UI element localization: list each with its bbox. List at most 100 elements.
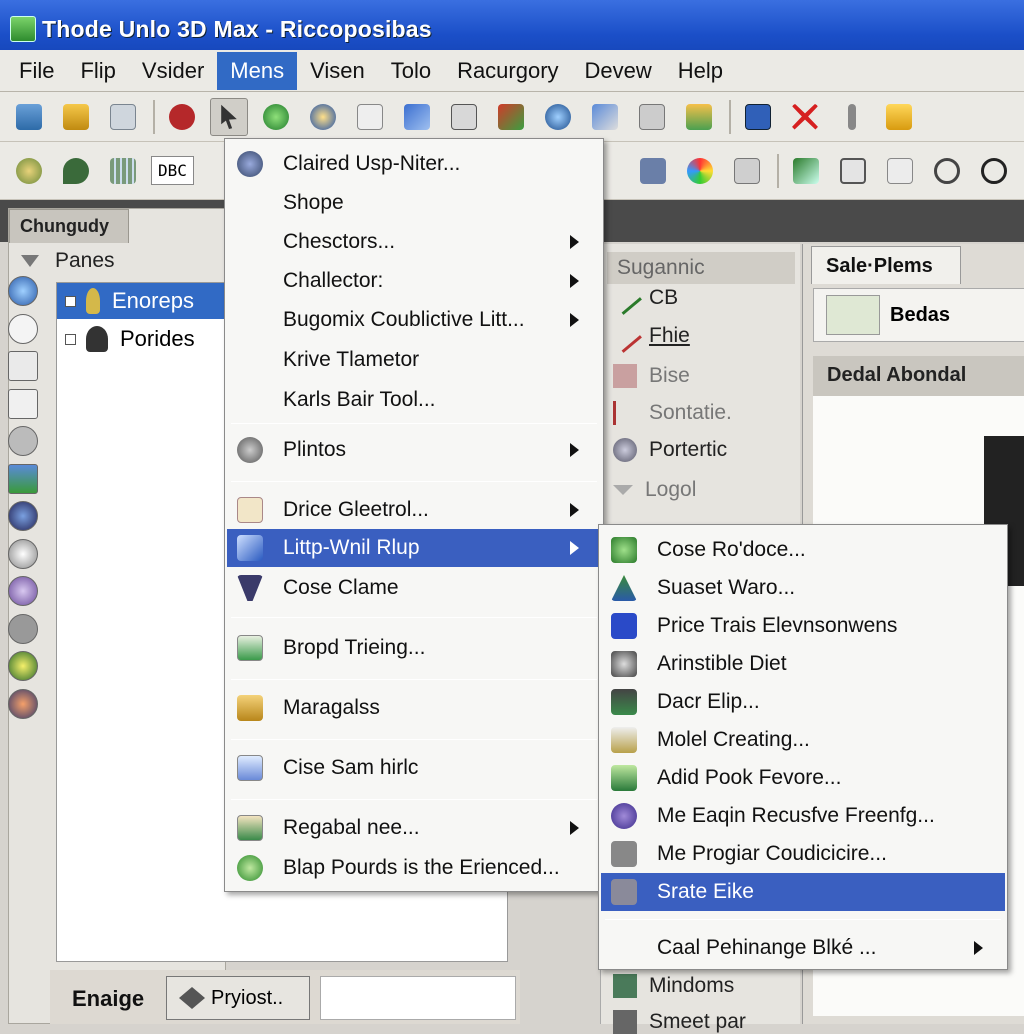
menu-vsider[interactable]: Vsider [129,52,217,90]
purple-disc-icon[interactable] [8,576,38,606]
menu-item-highlighted[interactable]: Littp-Wnil Rlup [227,529,601,567]
tree-row[interactable]: Porides [57,321,227,357]
submenu-item[interactable]: Adid Pook Fevore... [601,759,1005,797]
expand-box-icon[interactable] [65,333,76,345]
target-icon[interactable] [8,276,38,306]
search-icon[interactable] [975,152,1013,190]
lock-icon[interactable] [8,688,38,719]
collapse-triangle-icon[interactable] [21,255,39,267]
record-icon[interactable] [351,98,389,136]
mid-item-mindoms[interactable]: Mindoms [613,974,734,998]
menu-item[interactable]: Challector: [227,262,601,300]
submenu-item-highlighted[interactable]: Srate Eike [601,873,1005,911]
menu-devew[interactable]: Devew [572,52,665,90]
shapes-icon[interactable] [728,152,766,190]
menu-item[interactable]: Maragalss [227,689,601,727]
mid-item-fhie[interactable]: Fhie [608,319,690,353]
curve-icon[interactable] [787,152,825,190]
window-icon[interactable] [881,152,919,190]
scissors-icon[interactable] [8,426,38,456]
left-panel-tab[interactable]: Chungudy [9,209,129,243]
menu-item[interactable]: Bugomix Coublictive Litt... [227,301,601,339]
expand-box-icon[interactable] [65,295,76,307]
bulb-icon[interactable] [8,651,38,681]
chart-icon[interactable] [680,98,718,136]
submenu-item[interactable]: Arinstible Diet [601,645,1005,683]
menu-item[interactable]: Claired Usp-Niter... [227,145,601,183]
bottom-field[interactable] [320,976,516,1020]
gear-icon[interactable] [10,152,48,190]
submenu-item[interactable]: Price Trais Elevnsonwens [601,607,1005,645]
submenu-item[interactable]: Suaset Waro... [601,569,1005,607]
mid-item-cb[interactable]: CB [608,281,678,315]
mid-item-portertic[interactable]: Portertic [613,438,727,462]
menu-file[interactable]: File [6,52,67,90]
globe-icon[interactable] [257,98,295,136]
menu-item[interactable]: Regabal nee... [227,809,601,847]
select-arrow-icon[interactable] [210,97,248,136]
submenu-item[interactable]: Me Progiar Coudicicire... [601,835,1005,873]
delete-x-icon[interactable] [786,98,824,136]
tree-row[interactable]: Enoreps [57,283,227,319]
tools-icon[interactable] [492,98,530,136]
save-file-icon[interactable] [104,98,142,136]
calculator-icon[interactable] [445,98,483,136]
submenu-item[interactable]: Dacr Elip... [601,683,1005,721]
menu-item[interactable]: Shope [227,184,601,222]
menu-visen[interactable]: Visen [297,52,378,90]
mid-item-smeet[interactable]: Smeet par [613,1010,746,1034]
menu-item[interactable]: Chesctors... [227,223,601,261]
menu-tolo[interactable]: Tolo [378,52,444,90]
menu-help[interactable]: Help [665,52,736,90]
menu-item[interactable]: Drice Gleetrol... [227,491,601,529]
doc-label[interactable]: DBC [151,156,194,185]
pencil-icon[interactable] [398,98,436,136]
blue-sphere-icon[interactable] [304,98,342,136]
grid-icon[interactable] [633,98,671,136]
menu-item[interactable]: Krive Tlametor [227,341,601,379]
project-button[interactable]: Pryiost.. [166,976,310,1020]
page-icon[interactable] [8,388,38,419]
submenu-item[interactable]: Cose Ro'doce... [601,531,1005,569]
document-icon[interactable] [8,351,38,381]
clock-icon[interactable] [8,313,38,344]
image-icon[interactable] [8,463,38,494]
disc-icon[interactable] [8,538,38,569]
bug-icon[interactable] [163,98,201,136]
pin-icon[interactable] [57,152,95,190]
menu-item[interactable]: Bropd Trieing... [227,629,601,667]
person-icon[interactable] [8,501,38,531]
layout-icon[interactable] [634,152,672,190]
bedas-button[interactable]: Bedas [813,288,1024,342]
menu-mens[interactable]: Mens [217,51,298,90]
monitor-icon[interactable] [834,152,872,190]
menu-item[interactable]: Plintos [227,431,601,469]
mid-item-logol[interactable]: Logol [613,478,696,502]
right-panel-tab[interactable]: Sale·Plems [811,246,961,284]
mid-item-sontatie[interactable]: Sontatie. [613,401,732,425]
submenu-item[interactable]: Caal Pehinange Blké ... [601,929,1005,967]
open-file-icon[interactable] [57,98,95,136]
mid-item-bise[interactable]: Bise [613,364,690,388]
new-scene-icon[interactable] [10,98,48,136]
menu-item[interactable]: Cose Clame [227,569,601,607]
brush-icon[interactable] [586,98,624,136]
enaige-label[interactable]: Enaige [56,978,160,1020]
table-icon[interactable] [104,152,142,190]
menu-racurgory[interactable]: Racurgory [444,52,571,90]
submenu-item[interactable]: Molel Creating... [601,721,1005,759]
am-icon[interactable] [739,98,777,136]
menu-item[interactable]: Karls Bair Tool... [227,381,601,419]
menu-flip[interactable]: Flip [67,52,128,90]
zoom-icon[interactable] [928,152,966,190]
color-wheel-icon[interactable] [681,152,719,190]
headset-icon[interactable] [8,613,38,644]
submenu-item[interactable]: Me Eaqin Recusfve Freenfg... [601,797,1005,835]
world-icon[interactable] [539,98,577,136]
folder-icon[interactable] [880,98,918,136]
marker-icon[interactable] [833,98,871,136]
panes-header[interactable]: Panes [9,249,225,279]
menu-item[interactable]: Cise Sam hirlc [227,749,601,787]
mid-header[interactable]: Sugannic [607,252,795,284]
menu-item[interactable]: Blap Pourds is the Erienced... [227,849,601,887]
